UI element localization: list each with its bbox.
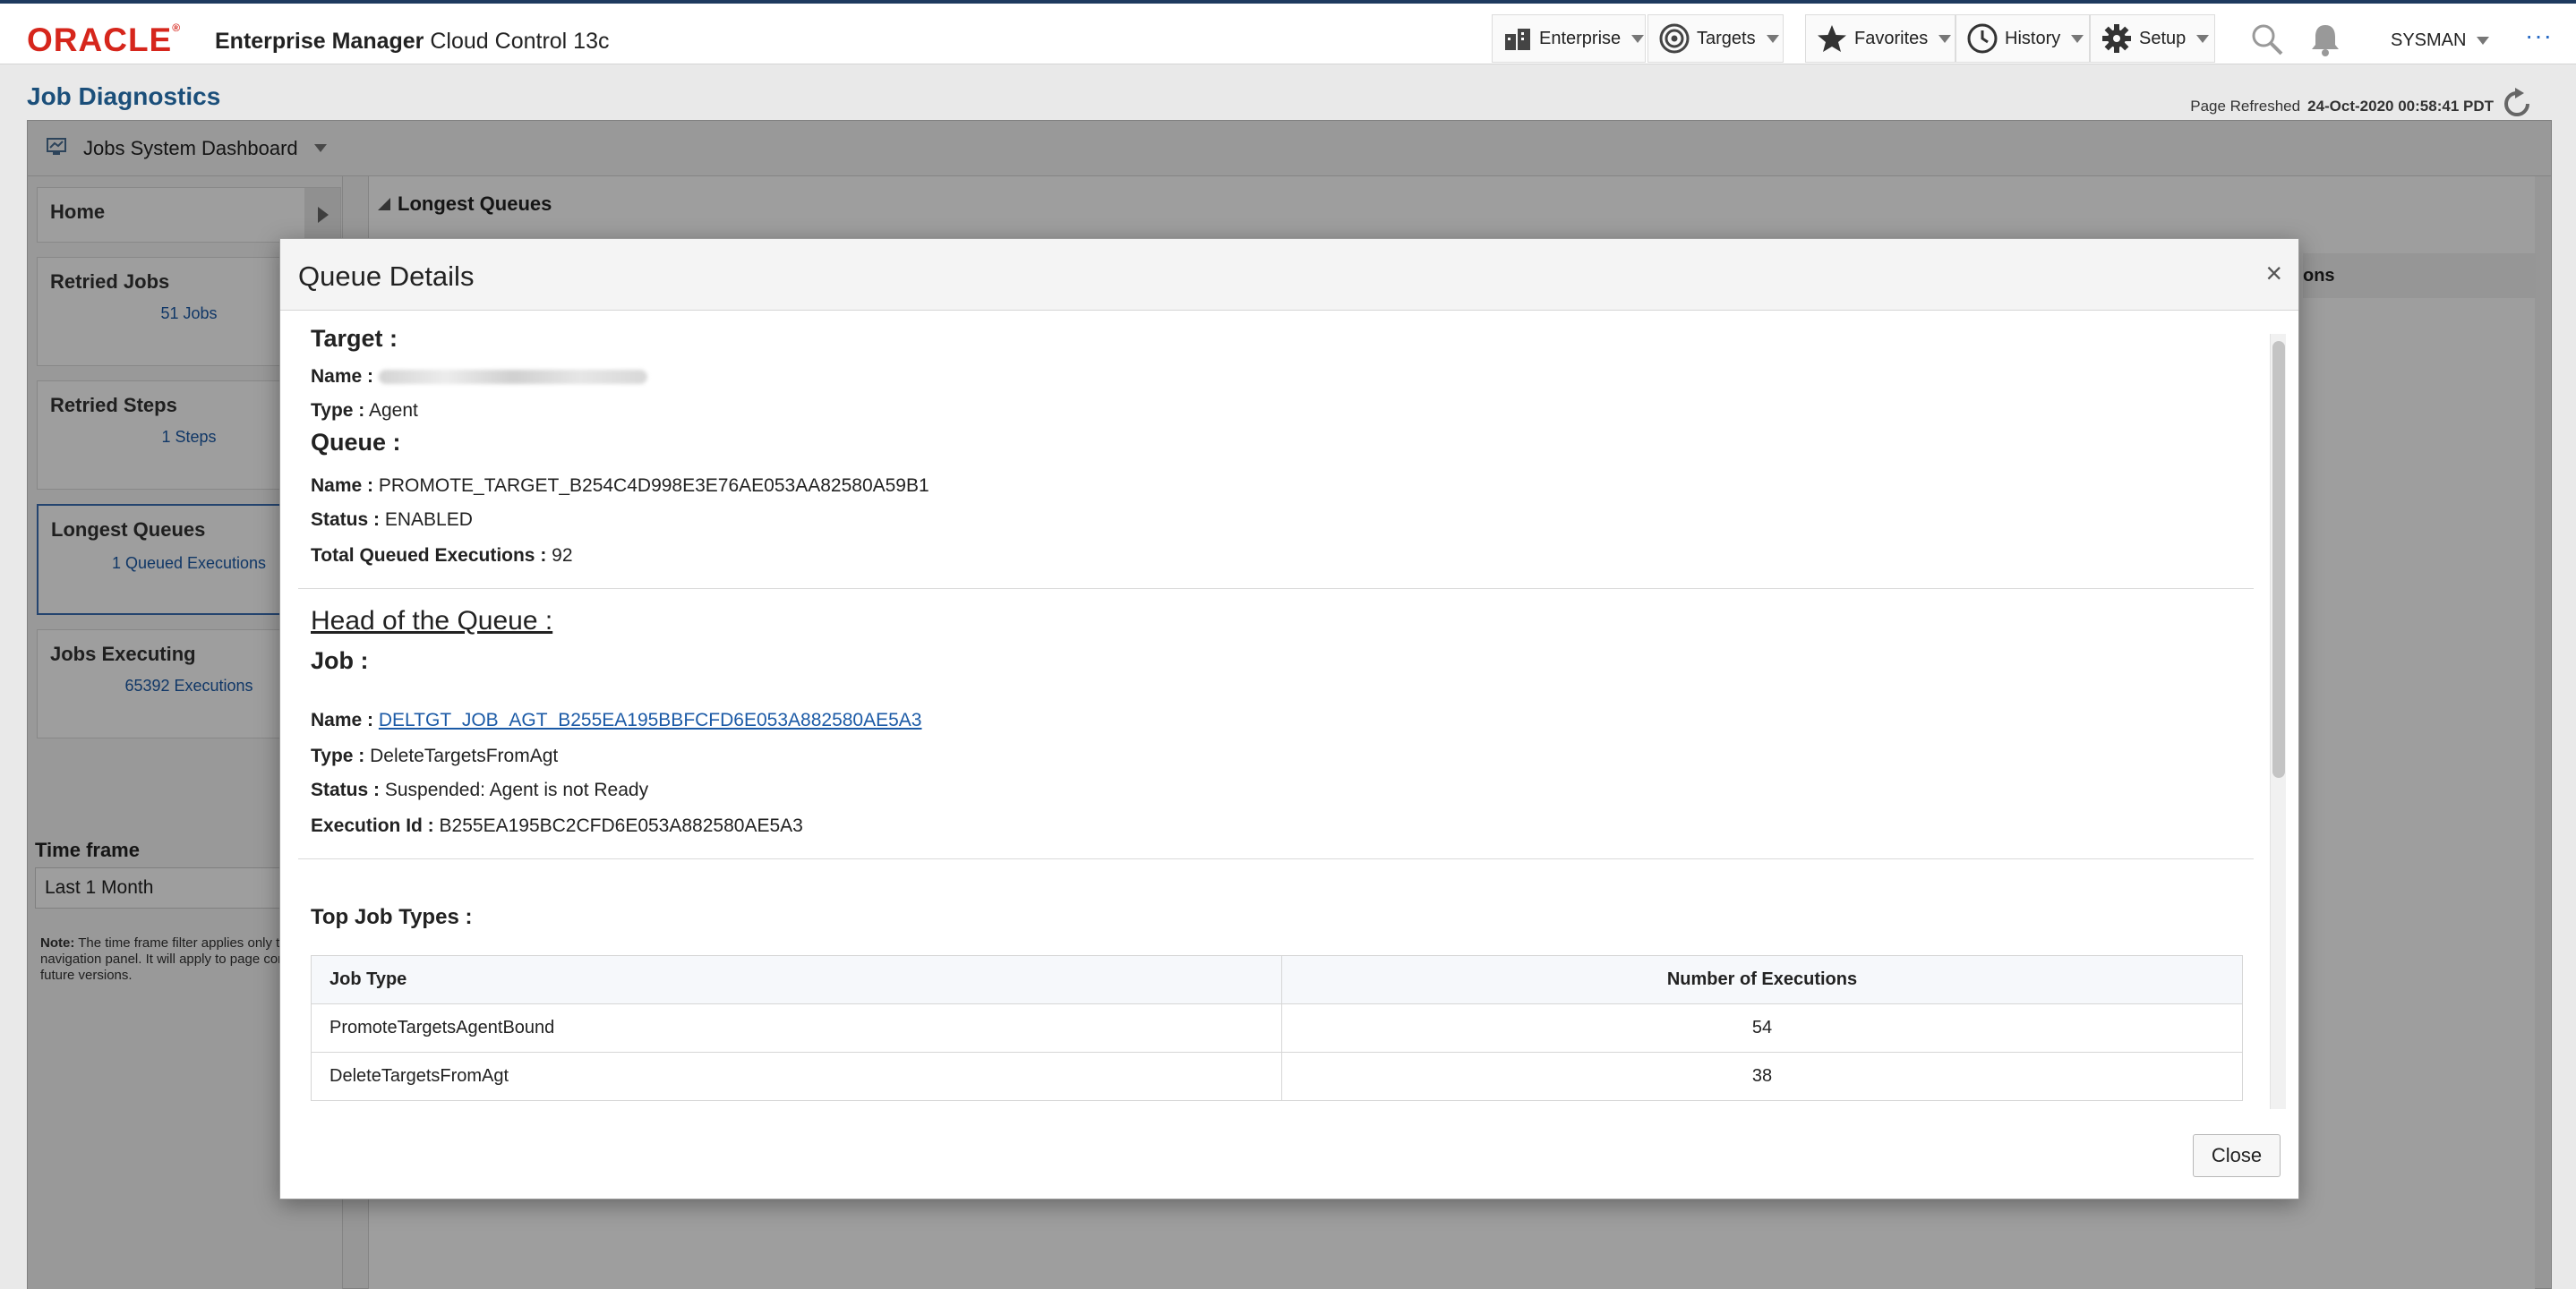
page-refreshed: Page Refreshed 24-Oct-2020 00:58:41 PDT (2190, 88, 2533, 124)
setup-label: Setup (2139, 28, 2187, 48)
job-status-row: Status : Suspended: Agent is not Ready (311, 780, 648, 801)
cell-job-type: PromoteTargetsAgentBound (311, 1003, 1282, 1053)
user-name: SYSMAN (2391, 30, 2467, 50)
history-menu[interactable]: History (1956, 14, 2090, 63)
field-value: PROMOTE_TARGET_B254C4D998E3E76AE053AA825… (378, 475, 929, 496)
field-value: 92 (552, 545, 573, 566)
oracle-logo[interactable]: ORACLE® (27, 21, 181, 59)
refresh-label: Page Refreshed (2190, 97, 2301, 115)
chevron-down-icon (2196, 34, 2210, 43)
field-label: Type : (311, 400, 365, 421)
enterprise-menu[interactable]: Enterprise (1492, 14, 1646, 63)
star-icon (1817, 23, 1847, 54)
cell-executions: 54 (1281, 1003, 2243, 1053)
field-label: Name : (311, 710, 374, 730)
top-job-types-heading: Top Job Types : (311, 905, 473, 929)
cell-job-type: DeleteTargetsFromAgt (311, 1052, 1282, 1101)
enterprise-icon (1503, 23, 1532, 54)
top-header: ORACLE® Enterprise Manager Cloud Control… (0, 0, 2576, 64)
field-value: DeleteTargetsFromAgt (370, 746, 559, 766)
refresh-icon[interactable] (2501, 88, 2533, 124)
column-header-job-type[interactable]: Job Type (311, 955, 1282, 1004)
job-name-row: Name : DELTGT_JOB_AGT_B255EA195BBFCFD6E0… (311, 710, 922, 731)
field-label: Type : (311, 746, 365, 766)
user-menu[interactable]: SYSMAN (2391, 30, 2490, 51)
divider (298, 858, 2254, 859)
chevron-down-icon (2071, 34, 2084, 43)
head-of-queue-heading: Head of the Queue : (311, 606, 553, 636)
redacted-target-name (378, 370, 647, 385)
chevron-down-icon (2477, 37, 2490, 45)
favorites-label: Favorites (1854, 28, 1929, 48)
page-title: Job Diagnostics (27, 82, 221, 110)
queue-name-row: Name : PROMOTE_TARGET_B254C4D998E3E76AE0… (311, 475, 929, 497)
total-queued-row: Total Queued Executions : 92 (311, 545, 573, 567)
queue-details-dialog: Queue Details × Target : Name : Type : A… (279, 238, 2299, 1199)
targets-label: Targets (1697, 28, 1756, 48)
target-name-row: Name : (311, 366, 647, 388)
chevron-down-icon (1631, 34, 1645, 43)
divider (298, 588, 2254, 589)
queue-heading: Queue : (311, 429, 401, 456)
queue-status-row: Status : ENABLED (311, 509, 473, 531)
clock-icon (1967, 23, 1998, 54)
table-row: PromoteTargetsAgentBound 54 (311, 1003, 2243, 1053)
scrollbar-thumb[interactable] (2272, 341, 2285, 778)
close-button[interactable]: Close (2193, 1134, 2281, 1177)
field-value: Agent (368, 400, 418, 421)
close-icon[interactable]: × (2265, 259, 2282, 287)
gear-icon (2101, 23, 2132, 54)
history-label: History (2005, 28, 2061, 48)
enterprise-label: Enterprise (1539, 28, 1622, 48)
table-header-row: Job Type Number of Executions (311, 955, 2243, 1004)
job-heading: Job : (311, 647, 369, 674)
chevron-down-icon (1766, 34, 1779, 43)
field-value: B255EA195BC2CFD6E053A882580AE5A3 (439, 815, 803, 836)
table-row: DeleteTargetsFromAgt 38 (311, 1052, 2243, 1101)
target-type-row: Type : Agent (311, 400, 418, 422)
field-label: Total Queued Executions : (311, 545, 547, 566)
column-header-executions[interactable]: Number of Executions (1281, 955, 2243, 1004)
field-label: Status : (311, 780, 381, 800)
field-value: ENABLED (384, 509, 473, 530)
refresh-time: 24-Oct-2020 00:58:41 PDT (2307, 97, 2494, 115)
dialog-scrollbar[interactable] (2270, 334, 2286, 1109)
top-job-types-table: Job Type Number of Executions PromoteTar… (311, 955, 2243, 1101)
cell-executions: 38 (1281, 1052, 2243, 1101)
field-label: Execution Id : (311, 815, 434, 836)
job-type-row: Type : DeleteTargetsFromAgt (311, 746, 558, 767)
more-options-icon[interactable]: ··· (2525, 23, 2553, 48)
field-label: Name : (311, 366, 374, 387)
targets-menu[interactable]: Targets (1647, 14, 1784, 63)
setup-menu[interactable]: Setup (2090, 14, 2215, 63)
target-heading: Target : (311, 325, 398, 352)
field-value: Suspended: Agent is not Ready (384, 780, 649, 800)
field-label: Status : (311, 509, 381, 530)
job-name-link[interactable]: DELTGT_JOB_AGT_B255EA195BBFCFD6E053A8825… (379, 710, 922, 730)
dialog-header: Queue Details × (280, 239, 2298, 311)
favorites-menu[interactable]: Favorites (1805, 14, 1956, 63)
dialog-body: Target : Name : Type : Agent Queue : Nam… (280, 311, 2268, 1107)
search-icon[interactable] (2249, 21, 2285, 62)
product-name: Enterprise Manager Cloud Control 13c (215, 29, 610, 54)
field-label: Name : (311, 475, 374, 496)
execution-id-row: Execution Id : B255EA195BC2CFD6E053A8825… (311, 815, 803, 837)
dialog-title: Queue Details (298, 260, 475, 292)
target-icon (1659, 23, 1690, 54)
bell-icon[interactable] (2308, 21, 2342, 62)
chevron-down-icon (1938, 34, 1952, 43)
